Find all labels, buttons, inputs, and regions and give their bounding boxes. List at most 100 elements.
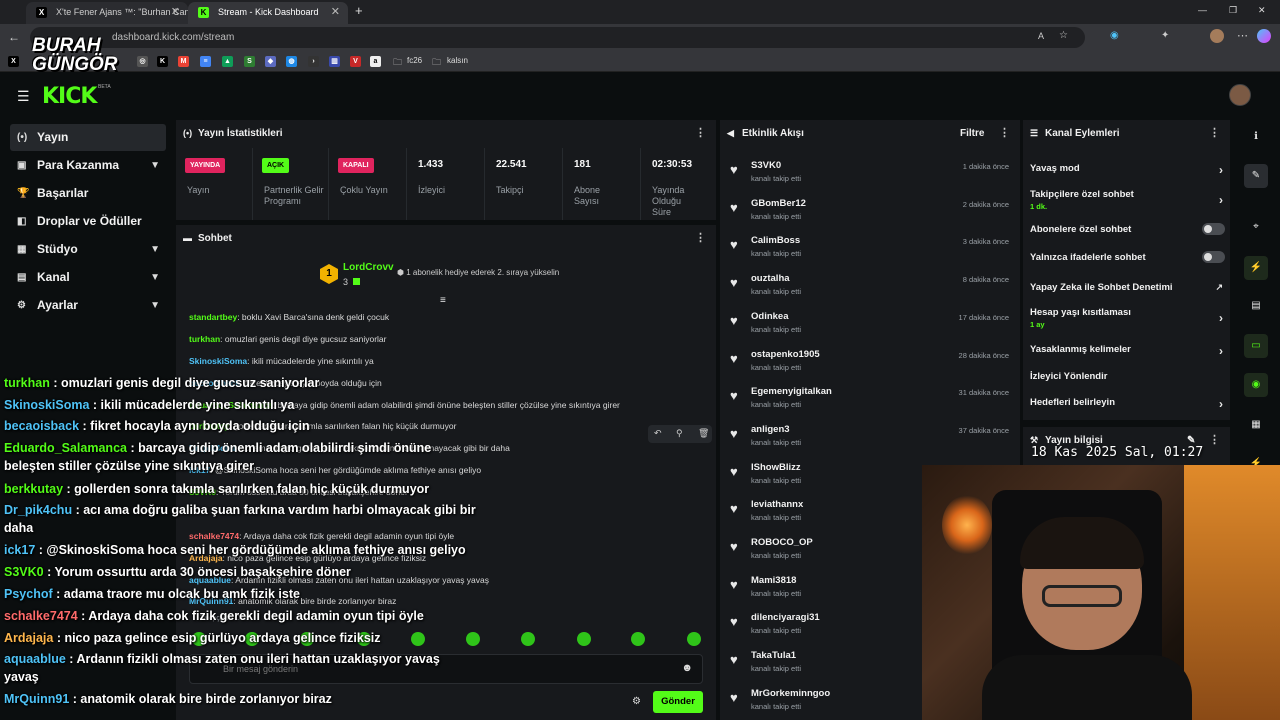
emoji-icon[interactable]: ☻ xyxy=(681,662,693,674)
emote-only-toggle[interactable] xyxy=(1202,251,1225,263)
channel-icon: ▤ xyxy=(17,272,27,283)
sidebar-item-droplar[interactable]: ◧ Droplar ve Ödüller xyxy=(10,208,166,235)
more-menu-icon[interactable]: ⋯ xyxy=(1237,29,1248,42)
actions-title: Kanal Eylemleri xyxy=(1045,128,1120,139)
copilot-icon[interactable] xyxy=(1257,29,1271,43)
emote-icon[interactable] xyxy=(411,632,425,646)
hamburger-menu-icon[interactable]: ☰ xyxy=(17,88,30,105)
feed-item[interactable]: ♥ S3VK0 kanalı takip etti 1 dakika önce xyxy=(720,153,1020,190)
edit-icon[interactable]: ✎ xyxy=(1244,164,1268,188)
emote-icon[interactable] xyxy=(577,632,591,646)
more-options-icon[interactable]: ⋮ xyxy=(999,120,1010,147)
more-options-icon[interactable]: ⋮ xyxy=(695,120,706,147)
more-options-icon[interactable]: ⋮ xyxy=(1209,427,1220,454)
lightning-icon[interactable]: ⚡ xyxy=(1244,256,1268,280)
drive-icon[interactable]: ▲ xyxy=(222,56,233,67)
action-slow-mode[interactable]: Yavaş mod › xyxy=(1030,163,1225,177)
user-avatar[interactable] xyxy=(1229,84,1251,106)
minimize-button[interactable]: — xyxy=(1198,5,1207,15)
subscribers-only-toggle[interactable] xyxy=(1202,223,1225,235)
close-tab-icon[interactable]: ✕ xyxy=(331,2,340,22)
chat-username[interactable]: standartbey xyxy=(189,312,237,322)
close-tab-icon[interactable]: ✕ xyxy=(171,2,180,22)
feed-item[interactable]: ♥ Egemenyigitalkan kanalı takip etti 31 dak… xyxy=(720,379,1020,416)
emote-icon[interactable] xyxy=(687,632,701,646)
bookmark-icon[interactable]: S xyxy=(244,56,255,67)
favorite-star-icon[interactable]: ☆ xyxy=(1059,30,1068,41)
bookmark-icon[interactable]: ◆ xyxy=(265,56,276,67)
bookmark-x-icon[interactable]: X xyxy=(8,56,19,67)
browser-tab-kick[interactable]: K Stream - Kick Dashboard ✕ xyxy=(188,2,348,24)
bookmark-folder-fc26[interactable]: fc26 xyxy=(407,56,422,65)
streamer-overlay-logo: BURAH GÜNGÖR xyxy=(32,36,124,74)
read-aloud-icon[interactable]: A xyxy=(1038,31,1044,41)
feed-item[interactable]: ♥ Odinkea kanalı takip etti 17 dakika önce xyxy=(720,304,1020,341)
sidebar-item-kanal[interactable]: ▤ Kanal ▼ xyxy=(10,264,166,291)
close-window-button[interactable]: ✕ xyxy=(1258,5,1266,16)
action-goals[interactable]: Hedefleri belirleyin › xyxy=(1030,397,1225,411)
action-account-age[interactable]: Hesap yaşı kısıtlaması 1 ay › xyxy=(1030,307,1225,329)
gift-hint-text: 1 abonelik hediye ederek 2. sıraya yükse… xyxy=(406,268,560,277)
notes-icon[interactable]: ▤ xyxy=(1244,294,1268,318)
back-arrow-icon[interactable]: ← xyxy=(8,30,20,44)
emote-icon[interactable] xyxy=(631,632,645,646)
bookmark-icon[interactable]: a xyxy=(370,56,381,67)
info-icon[interactable]: ℹ xyxy=(1244,125,1268,149)
reply-icon[interactable]: ↶ xyxy=(654,428,662,439)
bookmark-icon[interactable]: ◎ xyxy=(137,56,148,67)
more-options-icon[interactable]: ⋮ xyxy=(695,225,706,252)
target-icon[interactable]: ⌖ xyxy=(1244,215,1268,239)
sidebar-item-studyo[interactable]: ▦ Stüdyo ▼ xyxy=(10,236,166,263)
browser-tab-x[interactable]: X X'te Fener Ajans ™: "Burhan Can ✕ xyxy=(26,2,188,24)
action-banned-words[interactable]: Yasaklanmış kelimeler › xyxy=(1030,344,1225,358)
action-raid[interactable]: İzleyici Yönlendir xyxy=(1030,371,1225,382)
chat-username[interactable]: schalke7474 xyxy=(189,531,239,541)
layout-icon[interactable]: ▦ xyxy=(1244,413,1268,437)
bookmark-icon[interactable]: K xyxy=(157,56,168,67)
extensions-puzzle-icon[interactable]: ✦ xyxy=(1161,30,1169,41)
bookmark-folder-kalsin[interactable]: kalsın xyxy=(447,56,468,65)
send-button[interactable]: Gönder xyxy=(653,691,703,713)
docs-icon[interactable]: ≡ xyxy=(200,56,211,67)
bookmark-icon[interactable]: V xyxy=(350,56,361,67)
stat-label: İzleyici xyxy=(418,185,446,195)
chat-icon[interactable]: ▭ xyxy=(1244,334,1268,358)
chat-username[interactable]: turkhan xyxy=(189,334,220,344)
profile-avatar[interactable] xyxy=(1210,29,1224,43)
feed-item[interactable]: ♥ ostapenko1905 kanalı takip etti 28 dakika… xyxy=(720,342,1020,379)
sidebar-item-yayin[interactable]: (•) Yayın xyxy=(10,124,166,151)
pin-icon[interactable]: ⚲ xyxy=(676,428,683,439)
emote-icon[interactable] xyxy=(521,632,535,646)
filter-button[interactable]: Filtre xyxy=(960,120,984,147)
gifter-name[interactable]: LordCrovv xyxy=(343,262,394,273)
follower-name: GBomBer12 xyxy=(751,197,806,209)
action-emote-only[interactable]: Yalnızca ifadelerle sohbet xyxy=(1030,251,1225,263)
overlay-chat-line: S3VK0 : Yorum ossurttu arda 30 öncesi ba… xyxy=(4,565,351,579)
action-followers-only[interactable]: Takipçilere özel sohbet 1 dk. › xyxy=(1030,189,1225,211)
bookmark-icon[interactable]: › xyxy=(308,56,319,67)
emote-icon[interactable] xyxy=(466,632,480,646)
maximize-button[interactable]: ❐ xyxy=(1229,5,1237,16)
action-subscribers-only[interactable]: Abonelere özel sohbet xyxy=(1030,223,1225,235)
feed-item[interactable]: ♥ ouztalha kanalı takip etti 8 dakika önce xyxy=(720,266,1020,303)
feed-item[interactable]: ♥ CalimBoss kanalı takip etti 3 dakika önce xyxy=(720,228,1020,265)
sidebar-item-para-kazanma[interactable]: ▣ Para Kazanma ▼ xyxy=(10,152,166,179)
bookmark-icon[interactable]: ◍ xyxy=(286,56,297,67)
delete-icon[interactable]: 🗑 xyxy=(698,428,709,439)
kick-logo[interactable]: KICK xyxy=(42,84,97,109)
extension-icon[interactable]: ◉ xyxy=(1110,30,1119,41)
gmail-icon[interactable]: M xyxy=(178,56,189,67)
bookmark-icon[interactable]: ▥ xyxy=(329,56,340,67)
action-ai-moderation[interactable]: Yapay Zeka ile Sohbet Denetimi ↗ xyxy=(1030,282,1225,293)
feed-item[interactable]: ♥ GBomBer12 kanalı takip etti 2 dakika önce xyxy=(720,191,1020,228)
chat-settings-gear-icon[interactable]: ⚙ xyxy=(632,696,641,707)
new-tab-button[interactable]: + xyxy=(355,3,363,18)
sidebar-item-basarilar[interactable]: 🏆 Başarılar xyxy=(10,180,166,207)
address-input[interactable]: dashboard.kick.com/stream xyxy=(30,27,1085,48)
chat-filter-icon[interactable]: ≡ xyxy=(440,295,446,306)
more-options-icon[interactable]: ⋮ xyxy=(1209,120,1220,147)
feed-item[interactable]: ♥ anligen3 kanalı takip etti 37 dakika önce xyxy=(720,417,1020,454)
broadcast-icon[interactable]: ◉ xyxy=(1244,373,1268,397)
chat-username[interactable]: SkinoskiSoma xyxy=(189,356,247,366)
sidebar-item-ayarlar[interactable]: ⚙ Ayarlar ▼ xyxy=(10,292,166,319)
